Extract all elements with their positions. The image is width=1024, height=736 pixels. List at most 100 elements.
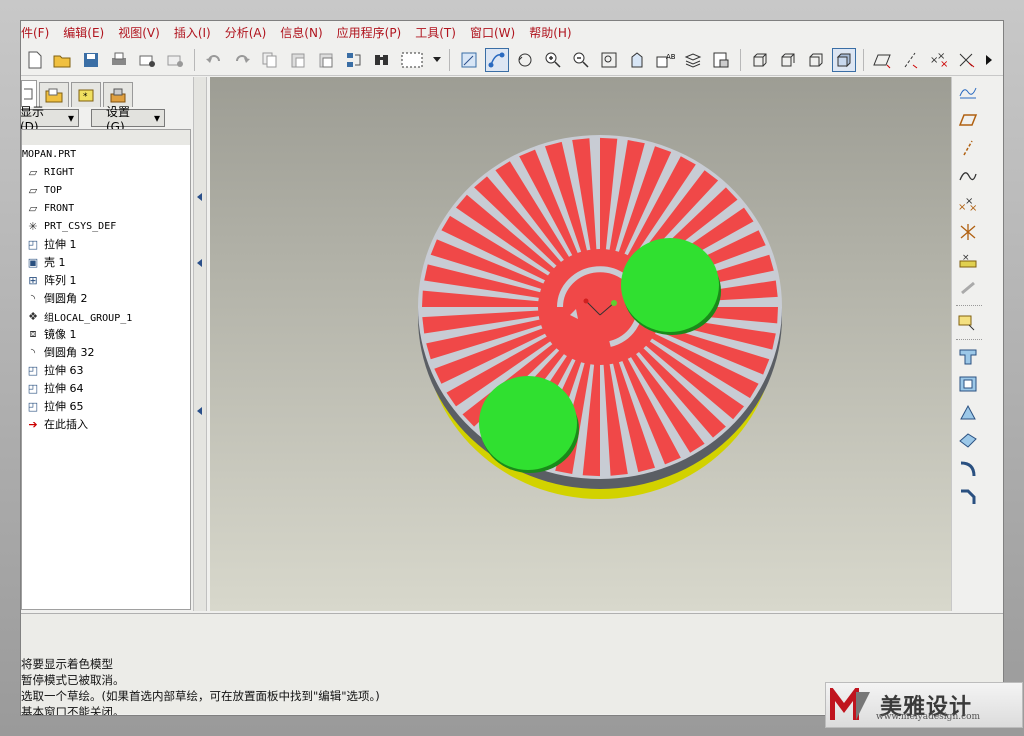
tree-item[interactable]: ✳ PRT_CSYS_DEF	[22, 217, 190, 235]
no-hidden-icon[interactable]	[804, 48, 828, 72]
message-line: 将要显示着色模型	[21, 657, 113, 671]
tree-item[interactable]: ◝ 倒圆角 2	[22, 289, 190, 307]
tree-item[interactable]: ▱ RIGHT	[22, 163, 190, 181]
wireframe-icon[interactable]	[748, 48, 772, 72]
tree-item[interactable]: ▱ FRONT	[22, 199, 190, 217]
shaded-icon[interactable]	[832, 48, 856, 72]
undo-icon[interactable]	[202, 48, 226, 72]
tree-item-label: 拉伸 64	[44, 382, 84, 395]
zoom-in-icon[interactable]	[541, 48, 565, 72]
annotation-tool-icon[interactable]	[956, 311, 980, 333]
tree-item[interactable]: ➔ 在此插入	[22, 415, 190, 433]
zoom-out-icon[interactable]	[569, 48, 593, 72]
tab-favorites[interactable]: *	[71, 82, 101, 107]
paste-icon[interactable]	[286, 48, 310, 72]
draft-tool-icon[interactable]	[956, 401, 980, 423]
menu-item[interactable]: 分析(A)	[218, 24, 274, 41]
axis-display-icon[interactable]	[899, 48, 923, 72]
chamfer-tool-icon[interactable]	[956, 485, 980, 507]
tree-item[interactable]: ◰ 拉伸 64	[22, 379, 190, 397]
collapse-left-arrow-icon	[197, 407, 202, 415]
datum-point-tool-icon[interactable]: × × ×	[956, 193, 980, 215]
csys-display-icon[interactable]	[955, 48, 979, 72]
knob-top-right	[621, 238, 719, 332]
paste-special-icon[interactable]	[314, 48, 338, 72]
find-icon[interactable]	[370, 48, 394, 72]
tree-item[interactable]: ◰ 拉伸 1	[22, 235, 190, 253]
menu-item[interactable]: 工具(T)	[408, 24, 463, 41]
tree-item-label: 倒圆角 32	[44, 346, 95, 359]
send-mail-gray-icon[interactable]	[163, 48, 187, 72]
sketch-plane-icon[interactable]	[457, 48, 481, 72]
datum-csys-tool-icon[interactable]	[956, 221, 980, 243]
tree-item[interactable]: ⧈ 镜像 1	[22, 325, 190, 343]
datum-plane-icon: ▱	[28, 165, 38, 179]
menu-item[interactable]: 视图(V)	[111, 24, 167, 41]
fit-window-icon[interactable]	[597, 48, 621, 72]
datum-curve-tool-icon[interactable]	[956, 165, 980, 187]
datum-plane-tool-icon[interactable]	[956, 109, 980, 131]
hidden-line-icon[interactable]	[776, 48, 800, 72]
panel-splitter[interactable]	[193, 77, 207, 611]
svg-text:AB: AB	[666, 53, 675, 61]
sketch-feature-icon[interactable]	[956, 81, 980, 103]
view-manager-icon[interactable]	[709, 48, 733, 72]
svg-text:×: ×	[969, 203, 977, 213]
save-icon[interactable]	[79, 48, 103, 72]
reference-link-icon[interactable]	[956, 277, 980, 299]
datum-axis-tool-icon[interactable]	[956, 137, 980, 159]
select-dropdown-chevron-down-icon[interactable]	[432, 48, 442, 72]
tree-item[interactable]: ◰ 拉伸 65	[22, 397, 190, 415]
menu-item[interactable]: 窗口(W)	[463, 24, 522, 41]
menu-item[interactable]: 信息(N)	[273, 24, 329, 41]
tree-item-label: 镜像 1	[44, 328, 77, 341]
open-folder-icon[interactable]	[51, 48, 75, 72]
repaint-icon[interactable]	[513, 48, 537, 72]
copy-icon[interactable]	[258, 48, 282, 72]
menu-item[interactable]: 件(F)	[21, 24, 56, 41]
saved-views-icon[interactable]: AB	[653, 48, 677, 72]
regenerate-icon[interactable]	[342, 48, 366, 72]
tree-item-label: 拉伸 65	[44, 400, 84, 413]
csys-marker	[583, 298, 589, 304]
layers-icon[interactable]	[681, 48, 705, 72]
point-display-icon[interactable]: × × ×	[927, 48, 951, 72]
extrude-tool-icon[interactable]	[956, 345, 980, 367]
collapse-left-arrow-icon	[197, 259, 202, 267]
tree-item[interactable]: ◝ 倒圆角 32	[22, 343, 190, 361]
send-mail-icon[interactable]	[135, 48, 159, 72]
select-box-icon[interactable]	[398, 48, 428, 72]
proe-application-window: 件(F) 编辑(E) 视图(V) 插入(I) 分析(A) 信息(N) 应用程序(P) 工具(T…	[20, 20, 1004, 716]
show-dropdown[interactable]: 显示 (D) ▾	[21, 105, 79, 134]
tree-item[interactable]: MOPAN.PRT	[22, 145, 190, 163]
tree-item[interactable]: ⊞ 阵列 1	[22, 271, 190, 289]
sketch-tool-icon[interactable]	[485, 48, 509, 72]
shell-icon: ▣	[27, 255, 39, 269]
settings-dropdown[interactable]: 设置 (G) ▾	[91, 105, 165, 134]
round-icon: ◝	[30, 345, 36, 359]
toolbar-separator	[194, 49, 195, 71]
disk-model	[418, 135, 782, 499]
orient-icon[interactable]	[625, 48, 649, 72]
tree-item[interactable]: ▱ TOP	[22, 181, 190, 199]
insert-here-arrow-icon: ➔	[28, 417, 38, 431]
menu-item[interactable]: 编辑(E)	[56, 24, 111, 41]
shell-tool-icon[interactable]	[956, 373, 980, 395]
datum-analysis-tool-icon[interactable]: ×	[956, 249, 980, 271]
new-file-icon[interactable]	[23, 48, 47, 72]
tree-item[interactable]: ▣ 壳 1	[22, 253, 190, 271]
menu-item[interactable]: 应用程序(P)	[330, 24, 409, 41]
tree-item[interactable]: ❖ 组LOCAL_GROUP_1	[22, 307, 190, 325]
rib-tool-icon[interactable]	[956, 429, 980, 451]
print-icon[interactable]	[107, 48, 131, 72]
plane-display-icon[interactable]	[871, 48, 895, 72]
tree-item[interactable]: ◰ 拉伸 63	[22, 361, 190, 379]
toolbar-separator	[863, 49, 864, 71]
extrude-icon: ◰	[27, 399, 39, 413]
toolbar-overflow-chevron-right-icon[interactable]	[983, 48, 995, 72]
menu-item[interactable]: 帮助(H)	[522, 24, 578, 41]
round-tool-icon[interactable]	[956, 457, 980, 479]
redo-icon[interactable]	[230, 48, 254, 72]
menu-item[interactable]: 插入(I)	[167, 24, 218, 41]
graphics-viewport[interactable]	[210, 77, 951, 611]
